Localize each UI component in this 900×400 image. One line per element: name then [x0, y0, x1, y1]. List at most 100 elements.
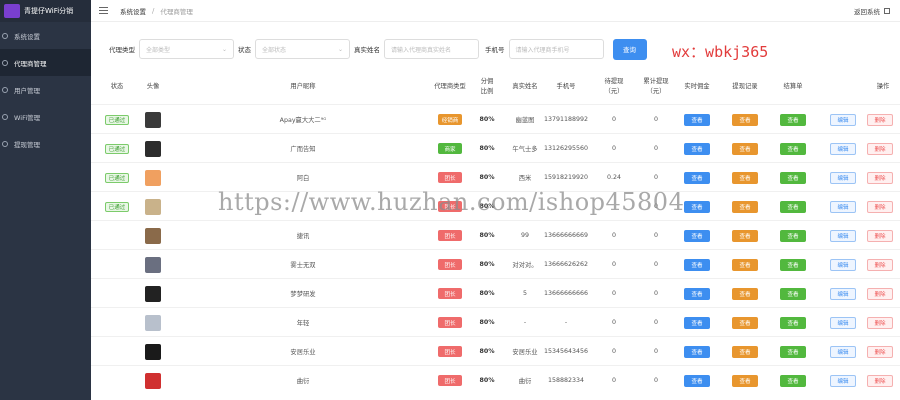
delete-button[interactable]: 删除	[867, 287, 893, 300]
withdraw-amount: 0	[611, 116, 616, 123]
edit-button[interactable]: 编辑	[830, 171, 856, 184]
settlement-cell: 查看	[776, 105, 810, 134]
view-withdraw-records-button[interactable]: 查看	[732, 287, 758, 300]
view-commission-button[interactable]: 查看	[684, 171, 710, 184]
view-withdraw-records-button[interactable]: 查看	[732, 113, 758, 126]
status-badge: 已通过	[104, 201, 130, 212]
view-withdraw-records-button[interactable]: 查看	[732, 374, 758, 387]
delete-button[interactable]: 删除	[867, 345, 893, 358]
ratio: 80%	[479, 348, 495, 355]
view-settlement-button[interactable]: 查看	[780, 113, 806, 126]
view-settlement-button[interactable]: 查看	[780, 200, 806, 213]
total-withdrawn: 0	[653, 232, 658, 239]
contact-text: wx：wbkj365	[672, 43, 769, 61]
view-commission-button[interactable]: 查看	[684, 287, 710, 300]
delete-button[interactable]: 删除	[867, 258, 893, 271]
view-settlement-button[interactable]: 查看	[780, 345, 806, 358]
edit-button[interactable]: 编辑	[830, 200, 856, 213]
withdraw-records-cell: 查看	[728, 105, 762, 134]
delete-button[interactable]: 删除	[867, 316, 893, 329]
view-withdraw-records-button[interactable]: 查看	[732, 200, 758, 213]
view-commission-button[interactable]: 查看	[684, 200, 710, 213]
edit-button[interactable]: 编辑	[830, 374, 856, 387]
edit-button[interactable]: 编辑	[830, 316, 856, 329]
view-commission-button[interactable]: 查看	[684, 113, 710, 126]
withdraw-amount: 0	[611, 261, 616, 268]
view-withdraw-records-button[interactable]: 查看	[732, 316, 758, 329]
column-header-settlement: 结算单	[783, 83, 803, 90]
agent-type-badge: 团长	[438, 317, 462, 328]
column-header-commission: 实时佣金	[684, 83, 710, 90]
delete-button[interactable]: 删除	[867, 229, 893, 242]
edit-button[interactable]: 编辑	[830, 345, 856, 358]
nickname-cell: 捷讯	[228, 221, 378, 250]
column-header-nickname: 用户昵称	[290, 83, 316, 90]
sidebar-item[interactable]: WiFi管理	[0, 103, 91, 130]
status-cell	[97, 308, 137, 337]
sidebar-item[interactable]: 用户管理	[0, 76, 91, 103]
column-header-withdraw-records: 提现记录	[732, 83, 758, 90]
phone-label: 手机号	[485, 46, 505, 54]
edit-button[interactable]: 编辑	[830, 142, 856, 155]
nickname-cell: 梦梦研发	[228, 279, 378, 308]
phone-input[interactable]: 请输入代理商手机号	[508, 39, 604, 59]
breadcrumb-root[interactable]: 系统设置	[120, 6, 146, 16]
view-withdraw-records-button[interactable]: 查看	[732, 171, 758, 184]
column-header-actions: 操作	[876, 83, 890, 90]
realname-cell: 午气士多	[505, 134, 545, 163]
view-withdraw-records-button[interactable]: 查看	[732, 258, 758, 271]
delete-button[interactable]: 删除	[867, 142, 893, 155]
view-settlement-button[interactable]: 查看	[780, 374, 806, 387]
back-to-system-link[interactable]: 返回系统	[854, 6, 890, 16]
view-commission-button[interactable]: 查看	[684, 316, 710, 329]
nav-icon	[2, 140, 8, 147]
menu-toggle-icon[interactable]	[99, 7, 108, 14]
sidebar-item[interactable]: 代理商管理	[0, 49, 91, 76]
settlement-cell: 查看	[776, 134, 810, 163]
breadcrumb-separator: /	[152, 6, 155, 15]
edit-button[interactable]: 编辑	[830, 113, 856, 126]
view-withdraw-records-button[interactable]: 查看	[732, 142, 758, 155]
back-label: 返回系统	[854, 7, 880, 16]
realname: 午气士多	[512, 146, 538, 153]
view-settlement-button[interactable]: 查看	[780, 287, 806, 300]
realname: 5	[522, 290, 527, 297]
view-settlement-button[interactable]: 查看	[780, 229, 806, 242]
phone-cell: 13666666669	[541, 221, 591, 250]
delete-button[interactable]: 删除	[867, 374, 893, 387]
agent-type-select[interactable]: 全部类型 ⌄	[139, 39, 234, 59]
delete-button[interactable]: 删除	[867, 171, 893, 184]
view-commission-button[interactable]: 查看	[684, 345, 710, 358]
nickname-cell: 曲衍	[228, 366, 378, 395]
edit-cell: 编辑	[826, 308, 860, 337]
realname-input[interactable]: 请输入代理商真实姓名	[384, 39, 479, 59]
nav-icon	[2, 32, 8, 39]
status-label: 状态	[238, 46, 251, 54]
edit-button[interactable]: 编辑	[830, 229, 856, 242]
view-settlement-button[interactable]: 查看	[780, 171, 806, 184]
view-commission-button[interactable]: 查看	[684, 374, 710, 387]
realname: 安居乐业	[512, 349, 538, 356]
view-commission-button[interactable]: 查看	[684, 229, 710, 242]
sidebar-item[interactable]: 提现管理	[0, 130, 91, 157]
view-settlement-button[interactable]: 查看	[780, 142, 806, 155]
agent-type-badge: 团长	[438, 288, 462, 299]
status-select[interactable]: 全部状态 ⌄	[255, 39, 350, 59]
realname-cell: 对对对。	[505, 250, 545, 279]
agent-type-cell: 团长	[430, 337, 470, 366]
query-button[interactable]: 查询	[612, 38, 647, 60]
view-commission-button[interactable]: 查看	[684, 142, 710, 155]
view-settlement-button[interactable]: 查看	[780, 316, 806, 329]
view-withdraw-records-button[interactable]: 查看	[732, 345, 758, 358]
withdraw-records-cell: 查看	[728, 250, 762, 279]
delete-button[interactable]: 删除	[867, 200, 893, 213]
edit-button[interactable]: 编辑	[830, 287, 856, 300]
delete-button[interactable]: 删除	[867, 113, 893, 126]
view-commission-button[interactable]: 查看	[684, 258, 710, 271]
total-withdrawn: 0	[653, 145, 658, 152]
sidebar-item[interactable]: 系统设置	[0, 22, 91, 49]
edit-cell: 编辑	[826, 163, 860, 192]
view-settlement-button[interactable]: 查看	[780, 258, 806, 271]
edit-button[interactable]: 编辑	[830, 258, 856, 271]
view-withdraw-records-button[interactable]: 查看	[732, 229, 758, 242]
